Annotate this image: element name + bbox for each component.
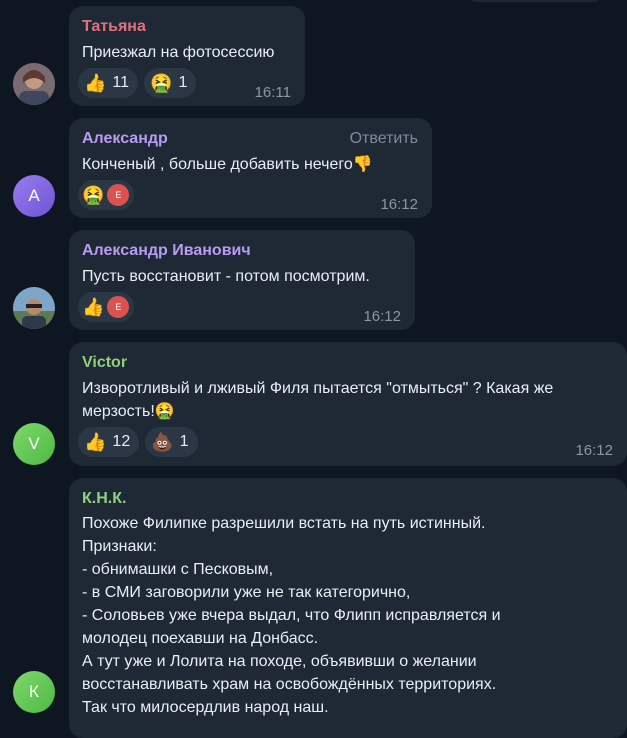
sender-name[interactable]: Александр Иванович bbox=[82, 242, 251, 260]
reaction-poop[interactable]: 💩 1 bbox=[145, 427, 198, 457]
thumbs-up-icon: 👍 bbox=[82, 297, 105, 317]
reactions-row: 👍 12 💩 1 bbox=[78, 427, 198, 457]
avatar-initial: V bbox=[28, 434, 40, 453]
reaction-count: 12 bbox=[112, 433, 131, 450]
vomit-face-icon: 🤮 bbox=[82, 185, 105, 205]
avatar-victor[interactable]: V bbox=[13, 423, 55, 465]
message-time: 16:12 bbox=[575, 442, 613, 459]
message-text: Пусть восстановит - потом посмотрим. bbox=[82, 268, 370, 285]
message-text: Приезжал на фотосессию bbox=[82, 44, 275, 61]
avatar-aleksandr-ivanovich[interactable] bbox=[13, 287, 55, 329]
avatar-initial: К bbox=[29, 682, 39, 701]
profile-photo-icon bbox=[13, 287, 55, 329]
reaction-vomit[interactable]: 🤮 E bbox=[78, 180, 135, 210]
sender-name[interactable]: К.Н.К. bbox=[82, 490, 126, 508]
vomit-face-icon: 🤮 bbox=[150, 73, 173, 93]
message-text-line: Так что милосердлив народ наш. bbox=[82, 699, 329, 716]
message-bubble[interactable]: Александр Иванович Пусть восстановит - п… bbox=[69, 230, 415, 330]
sender-name[interactable]: Victor bbox=[82, 354, 127, 372]
reactions-row: 👍 E bbox=[78, 292, 135, 322]
message-text-line: - в СМИ заговорили уже не так категоричн… bbox=[82, 584, 411, 601]
message-bubble[interactable]: Александр Ответить Конченый , больше доб… bbox=[69, 118, 432, 218]
reactions-row: 👍 11 🤮 1 bbox=[78, 68, 197, 98]
poop-icon: 💩 bbox=[151, 432, 174, 452]
reaction-thumbs-up[interactable]: 👍 E bbox=[78, 292, 135, 322]
message-text-line: Признаки: bbox=[82, 538, 157, 555]
message-text-line: - обнимашки с Песковым, bbox=[82, 561, 274, 578]
reaction-vomit[interactable]: 🤮 1 bbox=[144, 68, 197, 98]
message-text: Конченый , больше добавить нечего👎 bbox=[82, 156, 373, 173]
reaction-count: 1 bbox=[178, 74, 188, 91]
reactor-avatar: E bbox=[106, 295, 131, 319]
avatar-tatyana[interactable] bbox=[13, 63, 55, 105]
avatar-aleksandr[interactable]: А bbox=[13, 175, 55, 217]
avatar-knk[interactable]: К bbox=[13, 671, 55, 713]
reaction-thumbs-up[interactable]: 👍 11 bbox=[78, 68, 139, 98]
thumbs-up-icon: 👍 bbox=[84, 432, 107, 452]
reaction-count: 1 bbox=[179, 433, 189, 450]
message-time: 16:12 bbox=[363, 308, 401, 325]
sender-name[interactable]: Татьяна bbox=[82, 18, 146, 36]
message-text-line: Похоже Филипке разрешили встать на путь … bbox=[82, 515, 486, 532]
previous-message-bubble bbox=[470, 0, 600, 2]
thumbs-up-icon: 👍 bbox=[84, 73, 107, 93]
message-text-line: мерзость!🤮 bbox=[82, 403, 175, 420]
reaction-count: 11 bbox=[112, 74, 130, 91]
message-text-line: - Соловьев уже вчера выдал, что Флипп ис… bbox=[82, 607, 501, 624]
message-text-line: А тут уже и Лолита на походе, объявивши … bbox=[82, 653, 477, 670]
message-bubble[interactable]: Victor Изворотливый и лживый Филя пытает… bbox=[69, 342, 627, 466]
reaction-thumbs-up[interactable]: 👍 12 bbox=[78, 427, 140, 457]
reactions-row: 🤮 E bbox=[78, 180, 135, 210]
message-text-line: Изворотливый и лживый Филя пытается "отм… bbox=[82, 380, 554, 397]
reactor-avatar: E bbox=[106, 183, 131, 207]
message-bubble[interactable]: К.Н.К. Похоже Филипке разрешили встать н… bbox=[69, 478, 627, 738]
sender-name[interactable]: Александр bbox=[82, 130, 168, 148]
message-bubble[interactable]: Татьяна Приезжал на фотосессию 👍 11 🤮 1 … bbox=[69, 6, 305, 106]
profile-photo-icon bbox=[13, 63, 55, 105]
message-text-line: восстанавливать храм на освобождённых те… bbox=[82, 676, 497, 693]
reply-button[interactable]: Ответить bbox=[350, 130, 418, 148]
message-text-line: молодец поехавши на Донбасс. bbox=[82, 630, 319, 647]
avatar-initial: А bbox=[28, 186, 40, 205]
message-time: 16:12 bbox=[380, 196, 418, 213]
message-time: 16:11 bbox=[254, 84, 291, 101]
